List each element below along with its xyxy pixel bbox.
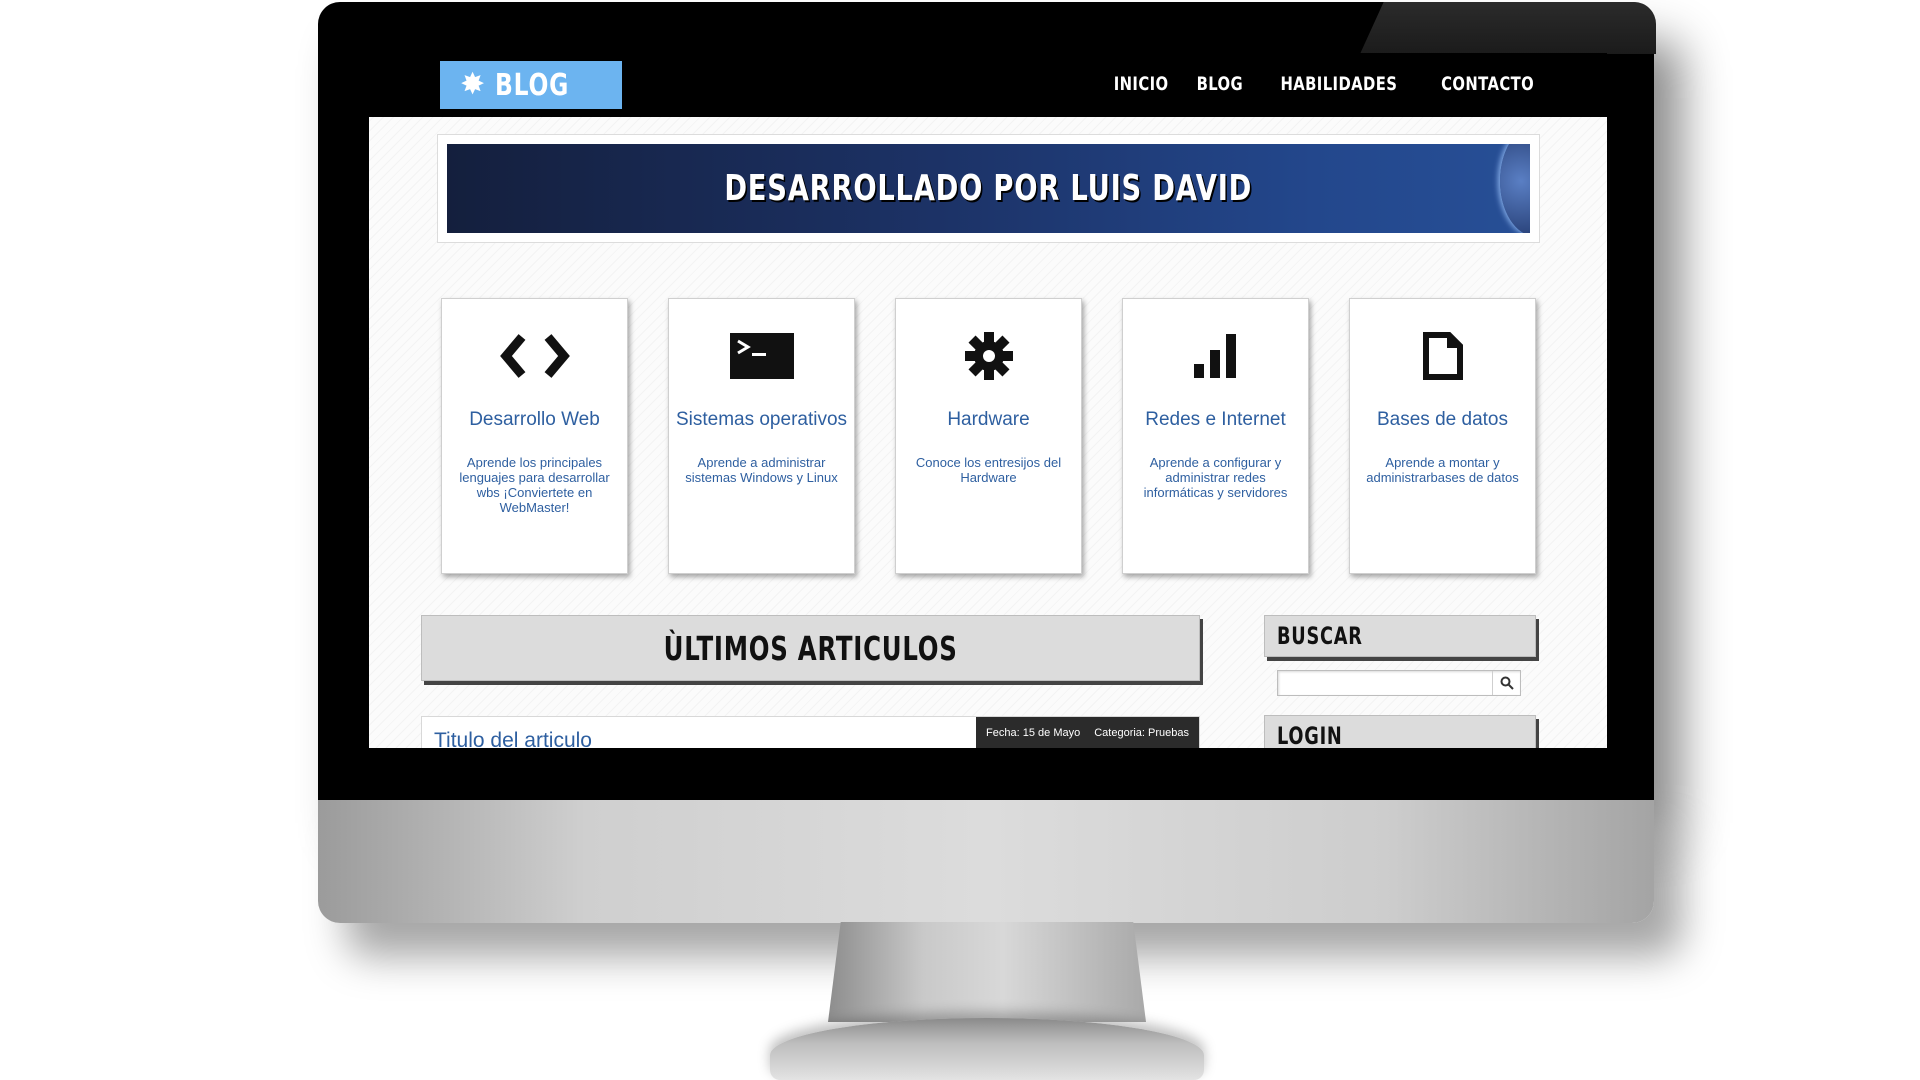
article-category: Categoria: Pruebas bbox=[1094, 726, 1189, 739]
search-box bbox=[1277, 670, 1521, 696]
skill-card-sistemas-operativos[interactable]: Sistemas operativos Aprende a administra… bbox=[668, 298, 855, 574]
article-date: Fecha: 15 de Mayo bbox=[986, 726, 1081, 739]
search-button[interactable] bbox=[1492, 671, 1520, 695]
hero-banner: DESARROLLADO POR LUIS DAVID bbox=[447, 144, 1530, 233]
nav-item-habilidades[interactable]: HABILIDADES bbox=[1280, 73, 1397, 95]
terminal-icon bbox=[669, 321, 854, 391]
code-icon bbox=[442, 321, 627, 391]
card-title: Bases de datos bbox=[1377, 409, 1508, 430]
article-title-link[interactable]: Titulo del articulo bbox=[434, 729, 592, 748]
card-title: Hardware bbox=[947, 409, 1030, 430]
monitor-stand-foot bbox=[770, 1018, 1204, 1080]
skill-card-redes[interactable]: Redes e Internet Aprende a configurar y … bbox=[1122, 298, 1309, 574]
monitor-screen: ✸ BLOG INICIO BLOG HABILIDADES CONTACTO … bbox=[369, 53, 1607, 748]
nav-item-blog[interactable]: BLOG bbox=[1197, 73, 1244, 95]
search-widget-title: BUSCAR bbox=[1277, 622, 1363, 650]
logo-text: BLOG bbox=[495, 67, 570, 103]
latest-articles-title: ÙLTIMOS ARTICULOS bbox=[663, 628, 958, 668]
blog-logo[interactable]: ✸ BLOG bbox=[440, 61, 622, 109]
card-description: Aprende a montar y administrarbases de d… bbox=[1366, 455, 1519, 485]
skill-cards: Desarrollo Web Aprende los principales l… bbox=[441, 298, 1536, 574]
login-widget-title: LOGIN bbox=[1277, 722, 1343, 748]
card-description: Conoce los entresijos del Hardware bbox=[915, 455, 1062, 485]
planet-graphic bbox=[1500, 144, 1530, 233]
nav-item-contacto[interactable]: CONTACTO bbox=[1441, 73, 1534, 95]
skill-card-desarrollo-web[interactable]: Desarrollo Web Aprende los principales l… bbox=[441, 298, 628, 574]
nav-item-inicio[interactable]: INICIO bbox=[1114, 73, 1169, 95]
article-item: Titulo del articulo Fecha: 15 de Mayo Ca… bbox=[421, 716, 1200, 748]
monitor-stand-neck bbox=[828, 922, 1146, 1022]
search-widget-header: BUSCAR bbox=[1264, 615, 1536, 657]
login-widget-header: LOGIN bbox=[1264, 715, 1536, 748]
top-navbar: ✸ BLOG INICIO BLOG HABILIDADES CONTACTO bbox=[369, 53, 1607, 117]
monitor-chin bbox=[318, 800, 1654, 923]
card-title: Sistemas operativos bbox=[675, 409, 848, 430]
card-title: Redes e Internet bbox=[1145, 409, 1286, 430]
card-description: Aprende a configurar y administrar redes… bbox=[1143, 455, 1288, 500]
latest-articles-header: ÙLTIMOS ARTICULOS bbox=[421, 615, 1200, 681]
gear-icon bbox=[896, 321, 1081, 391]
card-description: Aprende los principales lenguajes para d… bbox=[459, 455, 610, 515]
hero-banner-frame: DESARROLLADO POR LUIS DAVID bbox=[437, 134, 1540, 243]
search-icon bbox=[1500, 676, 1514, 690]
gear-icon: ✸ bbox=[460, 68, 486, 101]
skill-card-bases-de-datos[interactable]: Bases de datos Aprende a montar y admini… bbox=[1349, 298, 1536, 574]
card-title: Desarrollo Web bbox=[469, 409, 600, 430]
hero-title: DESARROLLADO POR LUIS DAVID bbox=[724, 168, 1253, 209]
main-nav: INICIO BLOG HABILIDADES CONTACTO bbox=[1112, 73, 1541, 95]
article-meta: Fecha: 15 de Mayo Categoria: Pruebas bbox=[976, 717, 1199, 748]
skill-card-hardware[interactable]: Hardware Conoce los entresijos del Hardw… bbox=[895, 298, 1082, 574]
document-icon bbox=[1350, 321, 1535, 391]
search-input[interactable] bbox=[1278, 671, 1492, 695]
signal-bars-icon bbox=[1123, 321, 1308, 391]
card-description: Aprende a administrar sistemas Windows y… bbox=[685, 455, 838, 485]
bezel-glare bbox=[1360, 2, 1656, 54]
